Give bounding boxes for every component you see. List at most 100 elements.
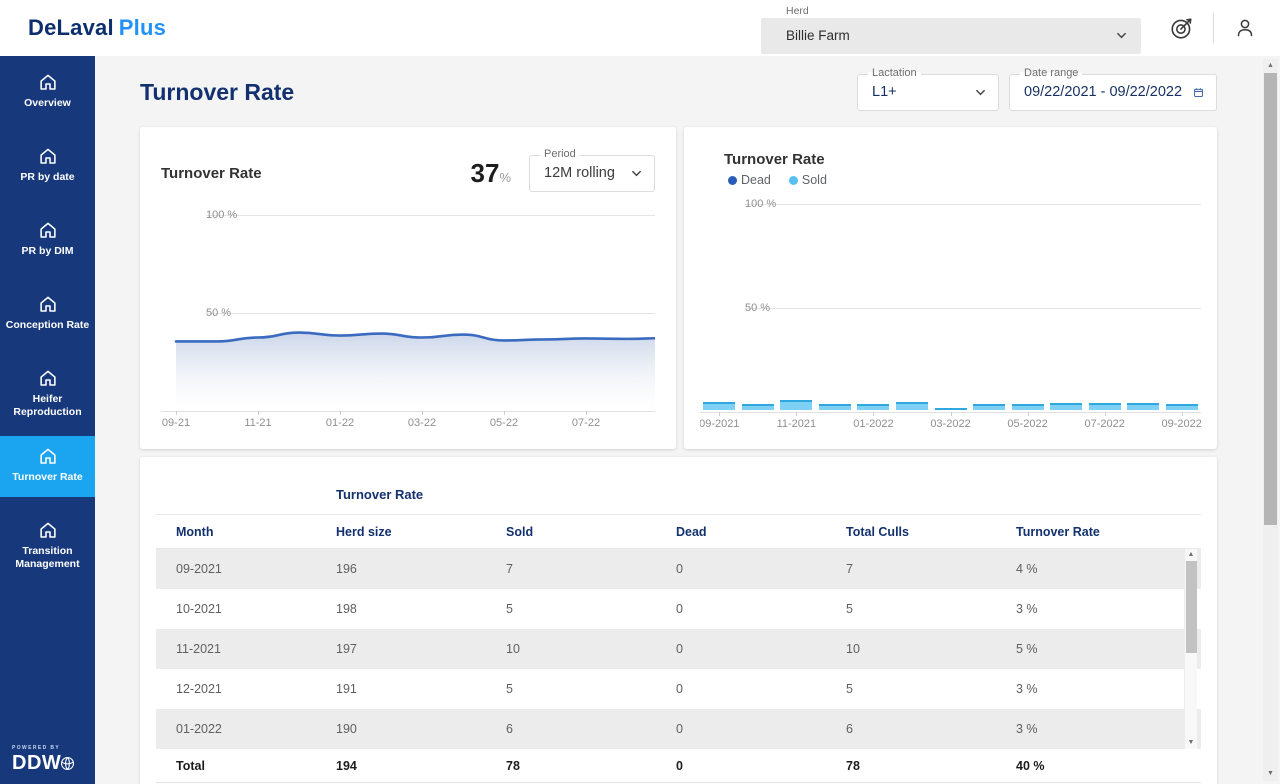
turnover-line-chart: 100 %50 %09-2111-2101-2203-2205-2207-22 [161, 202, 655, 442]
ytick-label: 50 % [745, 302, 770, 314]
x-axis-tick [258, 411, 259, 415]
page-scrollbar[interactable]: ▲ ▼ [1263, 59, 1278, 781]
table-cell: 190 [336, 722, 506, 736]
scroll-up-arrow[interactable]: ▲ [1185, 550, 1197, 560]
table-cell: 12-2021 [176, 682, 336, 696]
legend-dot [789, 176, 798, 185]
table-cell: 0 [676, 722, 846, 736]
herd-select[interactable]: Billie Farm [761, 18, 1141, 54]
turnover-table-card: Turnover Rate MonthHerd sizeSoldDeadTota… [140, 457, 1217, 784]
table-cell: 4 % [1016, 562, 1201, 576]
bar-05-2022 [1012, 404, 1044, 410]
gridline-50: 50 % [745, 308, 1201, 309]
page-scrollbar-thumb[interactable] [1264, 73, 1277, 525]
sidebar-item-label: Heifer Reproduction [3, 393, 92, 419]
period-select-value: 12M rolling [544, 165, 623, 181]
x-axis-tick [1182, 412, 1183, 416]
lactation-select[interactable]: Lactation L1+ [857, 74, 999, 111]
app-logo: DeLavalPlus [28, 15, 166, 41]
sidebar-item-transition-management[interactable]: Transition Management [0, 510, 95, 575]
bar-03-2022 [935, 408, 967, 410]
sidebar-item-label: PR by DIM [3, 245, 92, 258]
ytick-label: 100 % [745, 198, 776, 210]
sidebar-item-overview[interactable]: Overview [0, 62, 95, 123]
turnover-bar-chart: 100 %50 %09-202111-202101-202203-202205-… [700, 191, 1201, 437]
table-title: Turnover Rate [156, 457, 1201, 514]
sidebar-item-pr-by-date[interactable]: PR by date [0, 136, 95, 197]
legend-label: Sold [802, 173, 827, 187]
x-axis-tick [586, 411, 587, 415]
date-range-value: 09/22/2021 - 09/22/2022 [1024, 84, 1185, 100]
table-cell: 10-2021 [176, 602, 336, 616]
line-chart-title: Turnover Rate [161, 165, 262, 182]
home-icon [37, 519, 59, 541]
table-cell: 196 [336, 562, 506, 576]
sidebar-item-label: Conception Rate [3, 319, 92, 332]
home-icon [37, 445, 59, 467]
header-divider [1213, 13, 1214, 43]
table-cell: 0 [676, 562, 846, 576]
table-cell: 5 [846, 602, 1016, 616]
x-axis-tick [796, 412, 797, 416]
sidebar-item-pr-by-dim[interactable]: PR by DIM [0, 210, 95, 271]
column-header: Turnover Rate [1016, 525, 1201, 539]
column-header: Dead [676, 525, 846, 539]
calendar-icon[interactable] [1193, 87, 1204, 98]
lactation-select-value: L1+ [872, 84, 967, 100]
table-cell: 198 [336, 602, 506, 616]
x-axis-tick [504, 411, 505, 415]
goal-button[interactable] [1165, 11, 1199, 45]
table-scroll-area: 09-20211967074 %10-20211985053 %11-20211… [156, 549, 1201, 749]
table-cell: 6 [506, 722, 676, 736]
total-cell: 0 [676, 759, 846, 773]
x-axis-tick [951, 412, 952, 416]
legend-item-sold: Sold [789, 173, 827, 187]
scroll-down-arrow[interactable]: ▼ [1263, 769, 1278, 779]
table-row: 01-20221906063 % [156, 709, 1201, 749]
bar-chart-title: Turnover Rate [724, 151, 1201, 168]
bar-07-2022 [1089, 403, 1121, 410]
x-axis-tick [873, 412, 874, 416]
x-axis-tick [1028, 412, 1029, 416]
table-scrollbar-thumb[interactable] [1186, 561, 1197, 653]
table-cell: 09-2021 [176, 562, 336, 576]
table-cell: 5 [846, 682, 1016, 696]
period-select[interactable]: Period 12M rolling [529, 155, 655, 192]
table-cell: 7 [506, 562, 676, 576]
user-profile-button[interactable] [1228, 11, 1262, 45]
gridline-100: 100 % [745, 204, 1201, 205]
table-cell: 5 [506, 682, 676, 696]
table-cell: 10 [506, 642, 676, 656]
table-cell: 6 [846, 722, 1016, 736]
home-icon [37, 71, 59, 93]
xtick-label: 09-2022 [1154, 418, 1201, 430]
chevron-down-icon [975, 87, 986, 98]
home-icon [37, 219, 59, 241]
table-row: 09-20211967074 % [156, 549, 1201, 589]
xtick-label: 07-22 [558, 417, 614, 429]
table-scrollbar[interactable]: ▲ ▼ [1184, 549, 1197, 749]
sidebar-item-turnover-rate[interactable]: Turnover Rate [0, 436, 95, 497]
kpi-unit: % [499, 170, 511, 185]
xtick-label: 03-22 [394, 417, 450, 429]
page-title: Turnover Rate [140, 79, 294, 106]
top-bar: DeLavalPlus Herd Billie Farm [0, 0, 1280, 56]
total-cell: 78 [506, 759, 676, 773]
table-cell: 10 [846, 642, 1016, 656]
period-select-label: Period [540, 148, 580, 160]
sidebar-item-conception-rate[interactable]: Conception Rate [0, 284, 95, 345]
table-cell: 3 % [1016, 682, 1201, 696]
scroll-down-arrow[interactable]: ▼ [1185, 738, 1197, 748]
table-cell: 01-2022 [176, 722, 336, 736]
home-icon [37, 293, 59, 315]
sidebar-item-heifer-reproduction[interactable]: Heifer Reproduction [0, 358, 95, 423]
goal-icon [1169, 15, 1195, 41]
scroll-up-arrow[interactable]: ▲ [1263, 61, 1278, 71]
legend-item-dead: Dead [728, 173, 771, 187]
table-total-row: Total1947807840 % [156, 749, 1201, 783]
column-header: Month [176, 525, 336, 539]
date-range-field[interactable]: Date range 09/22/2021 - 09/22/2022 [1009, 74, 1217, 111]
user-profile-icon [1233, 16, 1257, 40]
sidebar-item-label: Overview [3, 97, 92, 110]
kpi-value: 37 [471, 158, 500, 188]
